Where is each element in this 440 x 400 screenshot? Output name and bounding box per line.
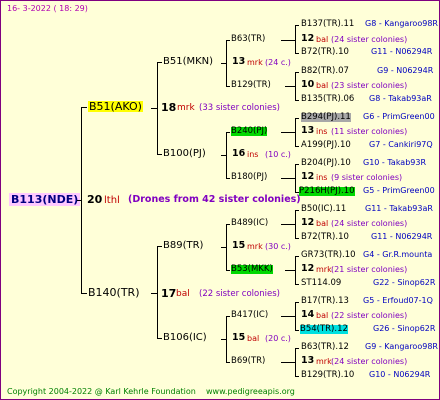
gen1-1-number: 17 [161, 287, 177, 300]
gen3-1-name[interactable]: B129(TR) [231, 81, 271, 90]
footer-copyright: Copyright 2004-2022 @ Karl Kehrle Founda… [7, 387, 196, 396]
gen3-3-name[interactable]: B180(PJ) [231, 173, 267, 182]
gen4-1-number: 12 [301, 33, 315, 44]
gen2-3-name[interactable]: B106(IC) [163, 333, 207, 343]
gen2-1-line: ins [247, 150, 259, 159]
gen4-7-sisters: (11 sister colonies) [331, 127, 408, 136]
gen4-16-sisters: (21 sister colonies) [331, 265, 408, 274]
gen2-3-sisters: (20 c.) [265, 334, 291, 343]
gen4-3-cpb: G9 - N06294R [377, 66, 434, 75]
gen4-21-cpb: G9 - Kangaroo98R [365, 342, 438, 351]
root-drones-note: (Drones from 42 sister colonies) [128, 194, 301, 205]
gen4-9-name[interactable]: B204(PJ).10 [301, 159, 351, 168]
gen4-13-number: 12 [301, 217, 315, 228]
gen4-23-name[interactable]: B129(TR).10 [301, 371, 354, 380]
gen4-6-cpb: G6 - PrimGreen00 [363, 112, 435, 121]
gen4-5-cpb: G8 - Takab93aR [369, 94, 432, 103]
gen2-2-name[interactable]: B89(TR) [163, 241, 203, 251]
gen1-0-line: mrk [177, 103, 195, 113]
gen2-0-number: 13 [232, 56, 246, 67]
gen4-20-cpb: G26 - Sinop62R [373, 324, 436, 333]
gen4-22-number: 13 [301, 355, 315, 366]
gen4-22-sisters: (24 sister colonies) [331, 357, 408, 366]
gen4-17-name[interactable]: ST114.09 [301, 279, 341, 288]
gen4-8-name[interactable]: A199(PJ).10 [301, 141, 351, 150]
gen3-5-name[interactable]: B53(MKK) [231, 265, 273, 274]
gen4-13-line: bal [316, 219, 329, 228]
drone-mother[interactable]: B140(TR) [88, 287, 140, 298]
gen3-2-name[interactable]: B240(PJ) [231, 127, 268, 136]
gen3-0-name[interactable]: B63(TR) [231, 35, 265, 44]
gen2-1-name[interactable]: B100(PJ) [163, 149, 206, 159]
gen4-3-name[interactable]: B82(TR).07 [301, 67, 349, 76]
gen4-2-name[interactable]: B72(TR).10 [301, 48, 349, 57]
gen4-6-name[interactable]: B294(PJ).11 [301, 113, 351, 122]
gen4-14-cpb: G11 - N06294R [371, 232, 433, 241]
footer-site-link[interactable]: www.pedigreeapis.org [206, 388, 295, 396]
gen2-1-sisters: (10 c.) [265, 150, 291, 159]
gen4-9-cpb: G10 - Takab93R [363, 158, 427, 167]
gen2-0-name[interactable]: B51(MKN) [163, 57, 213, 67]
gen4-0-cpb: G8 - Kangaroo98R [365, 19, 438, 28]
gen4-5-name[interactable]: B135(TR).06 [301, 95, 354, 104]
gen1-0-sisters: (33 sister colonies) [199, 103, 280, 113]
gen4-11-name[interactable]: P216H(PJ).10 [299, 187, 355, 196]
gen4-19-line: bal [316, 311, 329, 320]
gen4-16-line: mrk [316, 265, 332, 274]
gen4-1-sisters: (24 sister colonies) [331, 35, 408, 44]
gen4-4-line: bal [316, 81, 329, 90]
gen2-2-sisters: (30 c.) [265, 242, 291, 251]
gen2-0-sisters: (24 c.) [265, 58, 291, 67]
gen3-4-name[interactable]: B489(IC) [231, 219, 268, 228]
gen2-3-number: 15 [232, 332, 246, 343]
gen2-2-line: mrk [247, 242, 263, 251]
root-number: 20 [87, 193, 103, 206]
gen4-10-line: ins [316, 173, 328, 182]
queen-mother[interactable]: B51(AKO) [88, 101, 143, 112]
gen4-12-name[interactable]: B50(IC).11 [301, 205, 346, 214]
gen2-2-number: 15 [232, 240, 246, 251]
gen4-19-number: 14 [301, 309, 315, 320]
gen4-1-line: bal [316, 35, 329, 44]
pedigree-chart: 16- 3-2022 ( 18: 29) B113(NDE) 20 lthl (… [0, 0, 440, 400]
gen4-23-cpb: G10 - N06294R [369, 370, 431, 379]
gen4-2-cpb: G11 - N06294R [371, 47, 433, 56]
gen3-6-name[interactable]: B417(IC) [231, 311, 268, 320]
gen4-4-number: 10 [301, 79, 315, 90]
gen4-13-sisters: (24 sister colonies) [331, 219, 408, 228]
gen4-22-line: mrk [316, 357, 332, 366]
gen4-16-number: 12 [301, 263, 315, 274]
gen2-0-line: mrk [247, 58, 263, 67]
gen4-18-cpb: G5 - Erfoud07-1Q [363, 296, 433, 305]
gen4-14-name[interactable]: B72(TR).10 [301, 233, 349, 242]
gen4-17-cpb: G22 - Sinop62R [373, 278, 436, 287]
gen4-15-cpb: G4 - Gr.R.mounta [363, 250, 433, 259]
chart-date: 16- 3-2022 ( 18: 29) [7, 4, 88, 13]
gen4-7-number: 13 [301, 125, 315, 136]
queen-root[interactable]: B113(NDE) [9, 193, 81, 206]
gen1-1-line: bal [176, 289, 190, 299]
gen4-4-sisters: (23 sister colonies) [331, 81, 408, 90]
gen2-3-line: bal [247, 334, 260, 343]
gen4-20-name[interactable]: B54(TR).12 [300, 325, 348, 334]
gen3-7-name[interactable]: B69(TR) [231, 357, 265, 366]
gen1-0-number: 18 [161, 101, 177, 114]
gen1-1-sisters: (22 sister colonies) [199, 289, 280, 299]
gen4-19-sisters: (22 sister colonies) [331, 311, 408, 320]
gen4-10-sisters: (9 sister colonies) [331, 173, 403, 182]
gen4-7-line: ins [316, 127, 328, 136]
gen4-11-cpb: G5 - PrimGreen00 [363, 186, 435, 195]
gen2-1-number: 16 [232, 148, 246, 159]
gen4-21-name[interactable]: B63(TR).12 [301, 343, 349, 352]
gen4-18-name[interactable]: B17(TR).13 [301, 297, 349, 306]
gen4-12-cpb: G11 - Takab93aR [365, 204, 433, 213]
gen4-0-name[interactable]: B137(TR).11 [301, 20, 354, 29]
gen4-8-cpb: G7 - Cankiri97Q [369, 140, 433, 149]
gen4-10-number: 12 [301, 171, 315, 182]
gen4-15-name[interactable]: GR73(TR).10 [301, 251, 356, 260]
root-line: lthl [104, 195, 120, 206]
